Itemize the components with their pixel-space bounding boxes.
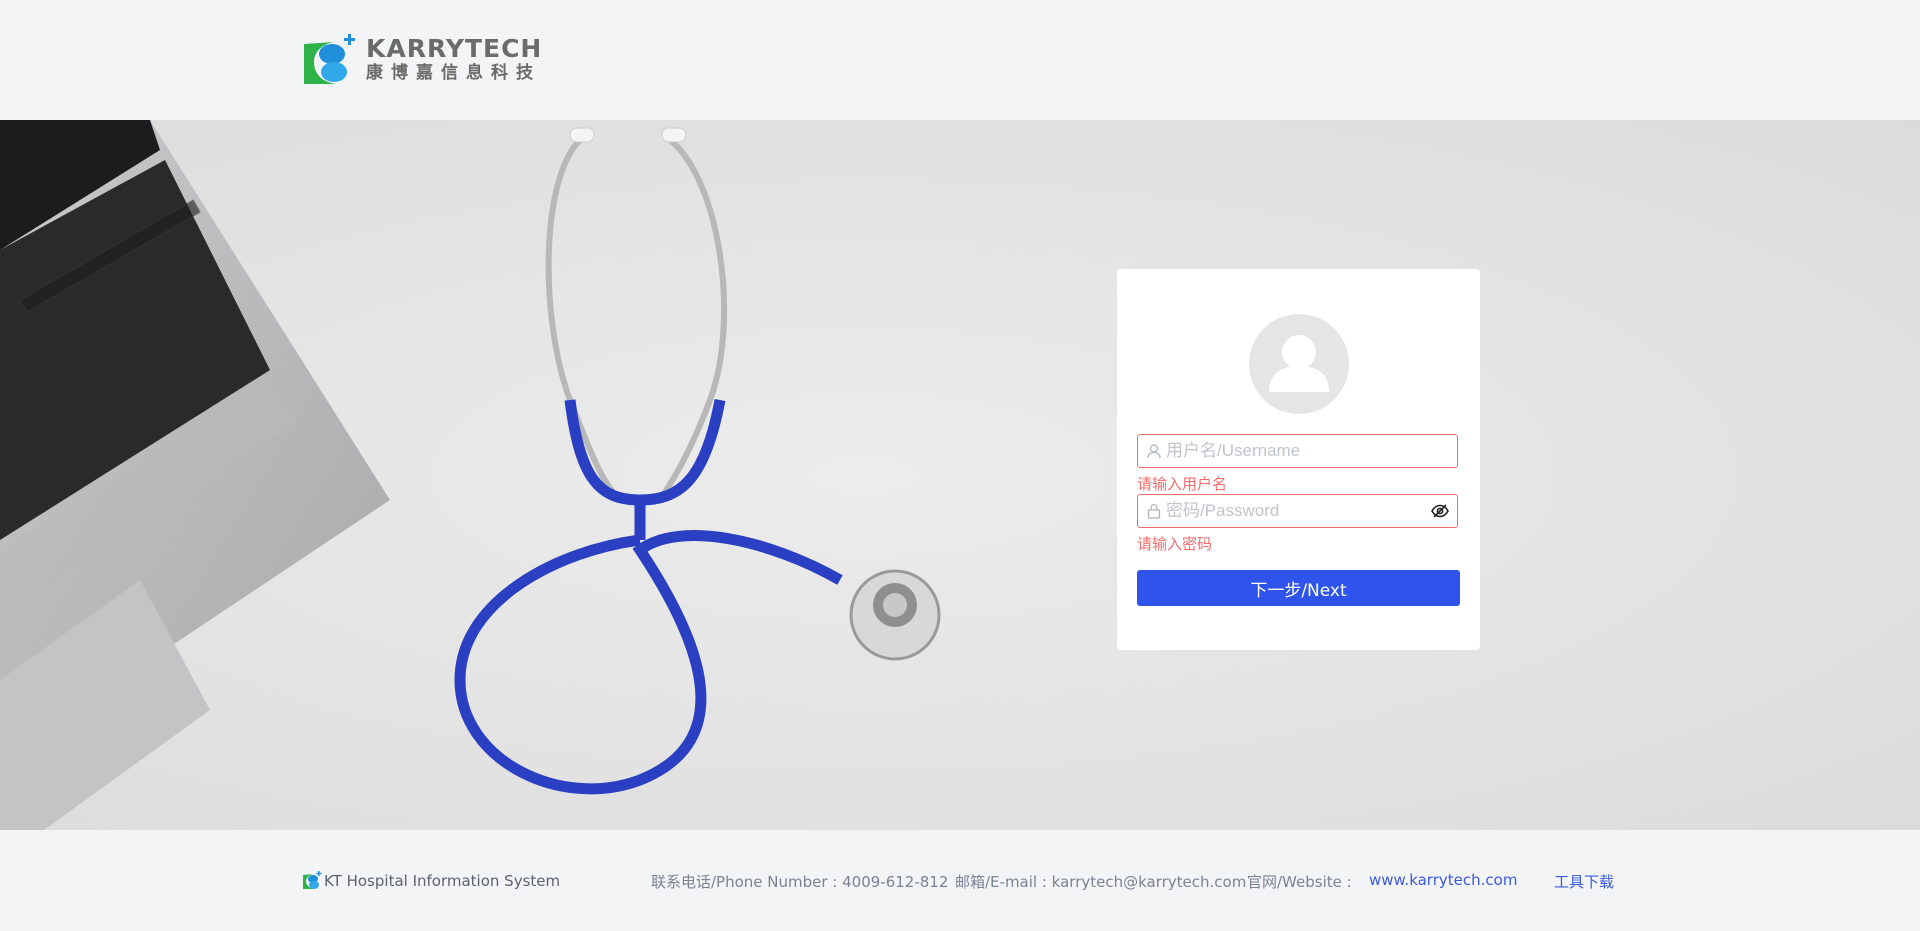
logo-text-en: KARRYTECH (366, 34, 543, 63)
password-error: 请输入密码 (1137, 535, 1213, 553)
header: KARRYTECH 康博嘉信息科技 (0, 0, 1920, 120)
user-icon (1147, 444, 1161, 459)
logo-text-cn: 康博嘉信息科技 (366, 63, 541, 83)
username-error: 请输入用户名 (1137, 475, 1228, 493)
lock-icon (1147, 503, 1161, 519)
stethoscope-image (454, 127, 941, 795)
karrytech-logo[interactable]: KARRYTECH 康博嘉信息科技 (300, 32, 542, 88)
username-field[interactable] (1137, 434, 1458, 468)
laptop-image (0, 120, 390, 830)
footer-system-name: KT Hospital Information System (324, 871, 561, 890)
hero-banner (0, 120, 1920, 830)
karrytech-logo-icon (304, 34, 355, 84)
footer-tools-download-link[interactable]: 工具下载 (1554, 871, 1614, 892)
footer: KT Hospital Information System 联系电话/Phon… (0, 830, 1920, 931)
eye-hidden-icon[interactable] (1430, 501, 1450, 521)
footer-system: KT Hospital Information System (302, 871, 560, 890)
username-input[interactable] (1166, 436, 1457, 466)
password-input[interactable] (1166, 496, 1430, 526)
footer-website-label: 官网/Website : (1247, 873, 1352, 891)
avatar-icon (1249, 314, 1349, 414)
footer-phone: 联系电话/Phone Number : 4009-612-812 (651, 873, 949, 891)
login-card: 请输入用户名 请输入密码 下一步/Next (1117, 269, 1480, 650)
password-field[interactable] (1137, 494, 1458, 528)
footer-email: 邮箱/E-mail : karrytech@karrytech.com (955, 873, 1247, 891)
footer-website-link[interactable]: www.karrytech.com (1369, 871, 1517, 889)
next-button[interactable]: 下一步/Next (1137, 570, 1460, 606)
karrytech-mini-logo-icon (303, 871, 322, 889)
